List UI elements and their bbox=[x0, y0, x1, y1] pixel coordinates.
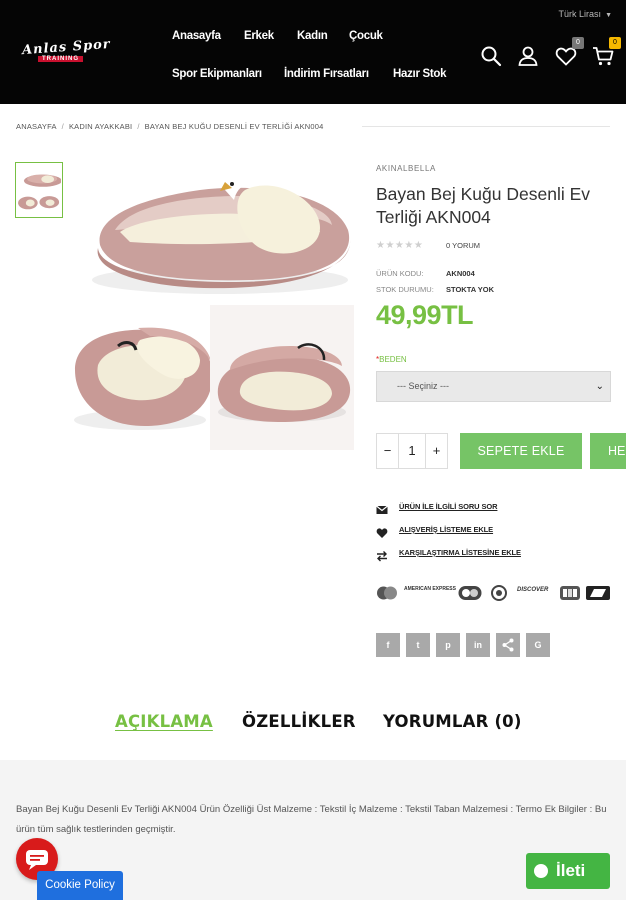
stock-status-label: STOK DURUMU: bbox=[376, 285, 434, 294]
nav-item-erkek[interactable]: Erkek bbox=[244, 30, 274, 42]
nav-item-hazir-stok[interactable]: Hazır Stok bbox=[393, 68, 447, 80]
currency-label: Türk Lirası bbox=[558, 9, 602, 19]
credit-card-icon bbox=[458, 585, 482, 601]
mastercard-icon bbox=[376, 585, 398, 601]
breadcrumb-separator: / bbox=[137, 122, 140, 131]
logo-text: Anlas Spor bbox=[21, 36, 112, 59]
tab-reviews[interactable]: YORUMLAR (0) bbox=[383, 712, 522, 731]
breadcrumb-separator: / bbox=[61, 122, 64, 131]
cookie-policy-button[interactable]: Cookie Policy bbox=[37, 871, 123, 900]
add-to-compare-label: KARŞILAŞTIRMA LİSTESİNE EKLE bbox=[399, 548, 521, 557]
quantity-input[interactable]: 1 bbox=[399, 434, 425, 468]
pinterest-icon[interactable]: p bbox=[436, 633, 460, 657]
product-thumbnail[interactable] bbox=[15, 162, 63, 218]
whatsapp-label: İleti bbox=[556, 861, 586, 880]
breadcrumb: ANASAYFA / KADIN AYAKKABI / BAYAN BEJ KUĞU D… bbox=[16, 122, 324, 131]
user-icon[interactable] bbox=[516, 44, 540, 68]
product-main-image[interactable] bbox=[70, 160, 354, 450]
diners-icon bbox=[488, 585, 510, 601]
wishlist-count-badge: 0 bbox=[572, 37, 584, 49]
size-label: *BEDEN bbox=[376, 355, 407, 364]
linkedin-icon[interactable]: in bbox=[466, 633, 490, 657]
add-to-cart-button[interactable]: SEPETE EKLE bbox=[460, 433, 582, 469]
tab-features[interactable]: ÖZELLİKLER bbox=[242, 712, 356, 731]
compare-arrows-icon bbox=[376, 547, 388, 562]
heart-icon bbox=[376, 524, 388, 538]
nav-item-anasayfa[interactable]: Anasayfa bbox=[172, 30, 221, 42]
review-count[interactable]: 0 YORUM bbox=[446, 241, 480, 250]
amex-icon: AMERICAN EXPRESS bbox=[404, 586, 456, 592]
share-icon[interactable] bbox=[496, 633, 520, 657]
product-price: 49,99TL bbox=[376, 300, 474, 330]
add-to-wishlist-label: ALIŞVERİŞ LİSTEME EKLE bbox=[399, 525, 494, 534]
jcb-icon bbox=[560, 585, 580, 601]
nav-item-kadin[interactable]: Kadın bbox=[297, 30, 328, 42]
currency-selector[interactable]: Türk Lirası ▼ bbox=[559, 9, 612, 19]
google-icon[interactable]: G bbox=[526, 633, 550, 657]
stock-status-value: STOKTA YOK bbox=[446, 285, 495, 294]
cart-count-badge: 0 bbox=[609, 37, 621, 49]
cart-icon[interactable]: 0 bbox=[591, 37, 621, 68]
wishlist-heart-icon[interactable]: 0 bbox=[554, 37, 584, 68]
discover-icon: DISCOVER bbox=[517, 587, 549, 593]
quantity-decrease-button[interactable]: − bbox=[377, 434, 399, 468]
size-label-text: BEDEN bbox=[379, 355, 407, 364]
rating-stars: ★★★★★ bbox=[376, 240, 424, 251]
quantity-increase-button[interactable]: + bbox=[425, 434, 447, 468]
tab-description[interactable]: AÇIKLAMA bbox=[115, 712, 213, 731]
whatsapp-message-button[interactable]: İleti bbox=[526, 853, 610, 889]
product-brand[interactable]: AKINALBELLA bbox=[376, 164, 436, 173]
search-icon[interactable] bbox=[479, 44, 503, 68]
whatsapp-icon bbox=[534, 864, 548, 878]
chevron-down-icon: ▼ bbox=[605, 12, 612, 19]
site-header: Türk Lirası ▼ Anlas Spor TRAINING Anasayf… bbox=[0, 0, 626, 104]
nav-item-spor-ekipmanlari[interactable]: Spor Ekipmanları bbox=[172, 68, 262, 80]
size-select-value: --- Seçiniz --- bbox=[397, 381, 449, 391]
nav-item-indirim-firsatlari[interactable]: İndirim Fırsatları bbox=[284, 68, 369, 80]
divider bbox=[362, 126, 610, 127]
envelope-icon bbox=[376, 501, 388, 514]
breadcrumb-item-home[interactable]: ANASAYFA bbox=[16, 122, 57, 131]
product-title: Bayan Bej Kuğu Desenli Ev Terliği AKN004 bbox=[376, 184, 591, 227]
product-code-value: AKN004 bbox=[446, 269, 475, 278]
social-share-buttons: f t p in G bbox=[376, 633, 556, 657]
product-description: Bayan Bej Kuğu Desenli Ev Terliği AKN004… bbox=[16, 804, 607, 835]
size-select[interactable]: --- Seçiniz --- ⌄ bbox=[376, 371, 611, 402]
twitter-icon[interactable]: t bbox=[406, 633, 430, 657]
payment-methods: AMERICAN EXPRESS DISCOVER bbox=[376, 583, 612, 603]
ask-question-label: ÜRÜN İLE İLGİLİ SORU SOR bbox=[399, 502, 498, 511]
logo-subtext: TRAINING bbox=[38, 56, 83, 62]
chevron-down-icon: ⌄ bbox=[595, 381, 604, 392]
quantity-stepper: − 1 + bbox=[376, 433, 448, 469]
site-logo[interactable]: Anlas Spor TRAINING bbox=[21, 36, 112, 70]
buy-now-button[interactable]: HEMEN AL bbox=[590, 433, 626, 469]
nav-item-cocuk[interactable]: Çocuk bbox=[349, 30, 383, 42]
breadcrumb-item-category[interactable]: KADIN AYAKKABI bbox=[69, 122, 132, 131]
facebook-icon[interactable]: f bbox=[376, 633, 400, 657]
visa-icon bbox=[586, 585, 610, 601]
breadcrumb-item-current: BAYAN BEJ KUĞU DESENLİ EV TERLİĞİ AKN004 bbox=[144, 122, 324, 131]
product-code-label: ÜRÜN KODU: bbox=[376, 269, 424, 278]
